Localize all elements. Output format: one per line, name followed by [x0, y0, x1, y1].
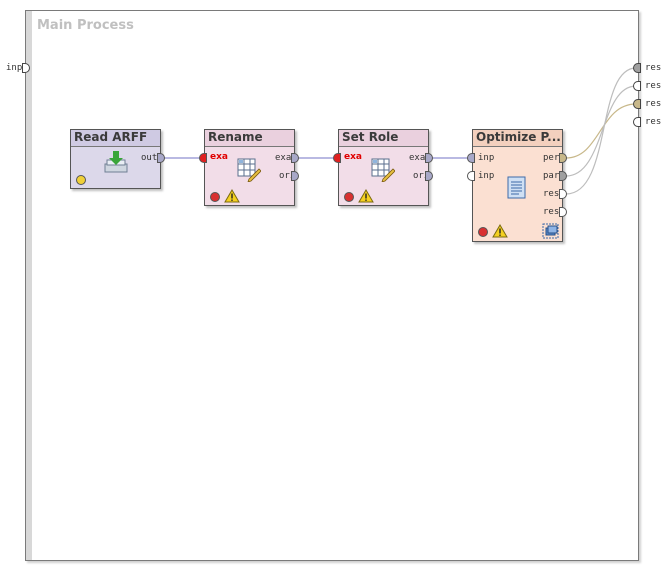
warning-icon: [492, 224, 508, 238]
rename-in-label: exa: [210, 152, 228, 162]
read-arff-out-label: out: [141, 153, 158, 163]
operator-title: Rename: [205, 130, 294, 147]
optimize-out-label-3: res: [543, 189, 560, 199]
optimize-out-label-4: res: [543, 207, 560, 217]
warning-icon: [224, 189, 240, 203]
rename-out-label-1: exa: [275, 153, 292, 163]
process-result-label-3: res: [645, 99, 662, 109]
warning-icon: [358, 189, 374, 203]
process-result-port-3[interactable]: [633, 99, 641, 109]
status-indicator: [478, 227, 488, 237]
operator-title: Read ARFF: [71, 130, 160, 147]
set-role-in-label: exa: [344, 152, 362, 162]
process-title: Main Process: [37, 18, 134, 33]
rename-in-port[interactable]: [199, 153, 207, 163]
set-role-out-label-1: exa: [409, 153, 426, 163]
set-role-in-port[interactable]: [333, 153, 341, 163]
process-input-label: inp: [6, 63, 23, 73]
import-data-icon: [104, 151, 128, 173]
optimize-out-label-1: per: [543, 153, 560, 163]
subprocess-icon[interactable]: [542, 223, 560, 239]
optimize-in-label-2: inp: [478, 171, 495, 181]
process-result-port-2[interactable]: [633, 81, 641, 91]
optimize-in-label-1: inp: [478, 153, 495, 163]
status-indicator: [344, 192, 354, 202]
status-indicator: [210, 192, 220, 202]
optimize-in-port-2[interactable]: [467, 171, 475, 181]
operator-title: Set Role: [339, 130, 428, 147]
process-result-label-2: res: [645, 81, 662, 91]
status-indicator: [76, 175, 86, 185]
document-icon: [507, 176, 526, 199]
process-result-port-1[interactable]: [633, 63, 641, 73]
process-result-port-4[interactable]: [633, 117, 641, 127]
optimize-in-port-1[interactable]: [467, 153, 475, 163]
process-result-label-1: res: [645, 63, 662, 73]
optimize-out-label-2: par: [543, 171, 560, 181]
table-edit-icon: [371, 158, 395, 182]
table-edit-icon: [237, 158, 261, 182]
operator-title: Optimize P...: [473, 130, 562, 147]
process-result-label-4: res: [645, 117, 662, 127]
process-canvas[interactable]: [25, 10, 639, 561]
